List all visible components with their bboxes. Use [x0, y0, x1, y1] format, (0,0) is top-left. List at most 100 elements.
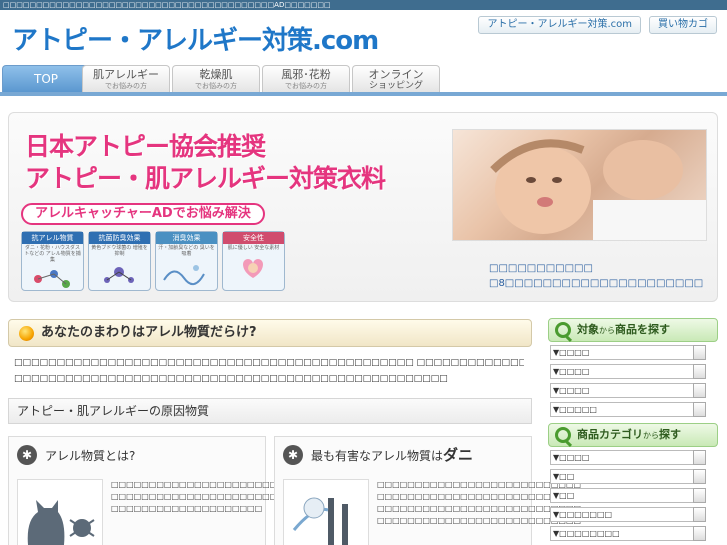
molecule-icon	[34, 270, 70, 288]
sidebar-header-by-target: 対象から商品を探す	[548, 318, 718, 342]
card-text-line: □□□□□□□□□□□□□□□□□□□□	[111, 504, 263, 513]
tab-label: オンライン	[368, 68, 424, 81]
hero-caption-line1[interactable]: □□□□□□□□□□□	[489, 263, 593, 274]
target-select-4[interactable]: ▼□□□□□	[550, 402, 706, 417]
magnifier-icon	[555, 322, 571, 338]
card-title: アレル物質とは?	[45, 443, 135, 468]
sidebar-title-end: 商品を探す	[615, 323, 670, 336]
sidebar-header-by-category: 商品カテゴリから探す	[548, 423, 718, 447]
tab-sublabel: でお悩みの方	[195, 82, 237, 90]
section-paragraph-line1: □□□□□□□□□□□□□□□□□□□□□□□□□□□□□□□□□□□□□□□□…	[14, 358, 524, 368]
site-logo[interactable]: アトピー・アレルギー対策.com	[12, 20, 379, 56]
tab-dry-skin[interactable]: 乾燥肌 でお悩みの方	[172, 65, 260, 93]
feature-box-deodorant: 消臭効果 汗・加齢臭などの 臭いを吸着	[155, 231, 218, 291]
tab-label: 乾燥肌	[199, 68, 233, 81]
dropdown-arrow-icon[interactable]	[693, 364, 706, 379]
sidebar-title-main: 対象	[577, 323, 599, 336]
tab-sublabel: でお悩みの方	[285, 82, 327, 90]
section-paragraph-line2: □□□□□□□□□□□□□□□□□□□□□□□□□□□□□□□□□□□□□□□□…	[14, 374, 448, 384]
feature-box-safety: 安全性 肌に優しい 安全な素材	[222, 231, 285, 291]
sidebar-title: 商品カテゴリから探す	[577, 424, 681, 447]
card-header: ✱ 最も有害なアレル物質はダニ	[281, 443, 525, 467]
tab-top[interactable]: TOP	[2, 65, 90, 93]
odor-icon	[163, 265, 205, 285]
dropdown-arrow-icon[interactable]	[693, 488, 706, 503]
mite-on-fabric-illustration	[283, 479, 369, 545]
hero-banner[interactable]: 日本アトピー協会推奨 アトピー・肌アレルギー対策衣料 アレルキャッチャーADでお…	[8, 112, 718, 302]
category-select-4[interactable]: ▼□□□□□□□	[550, 507, 706, 522]
feature-title: 抗菌防臭効果	[89, 232, 150, 244]
bacteria-icon	[104, 267, 134, 283]
target-select-2[interactable]: ▼□□□□	[550, 364, 706, 379]
category-select-2[interactable]: ▼□□	[550, 469, 706, 484]
card-text-line: □□□□□□□□□□□□□□□□□□□□□□□□□□□	[377, 492, 582, 501]
section-header-allergens: あなたのまわりはアレル物質だらけ?	[8, 319, 532, 347]
hero-tagline: アレルキャッチャーADでお悩み解決	[21, 203, 265, 225]
tab-skin-allergy[interactable]: 肌アレルギー でお悩みの方	[82, 65, 170, 93]
feature-title: 安全性	[223, 232, 284, 244]
select-value: ▼□□□□	[553, 386, 590, 395]
card-body: □□□□□□□□□□□□□□□□□□□□□□□□□□□ □□□□□□□□□□□□…	[377, 479, 582, 527]
hero-photo-mother-baby	[452, 129, 707, 241]
top-banner-text: □□□□□□□□□□□□□□□□□□□□□□□□□□□□□□□□□□□□□□□□…	[0, 0, 727, 10]
sidebar-title-small: から	[643, 431, 659, 440]
card-text-line: □□□□□□□□□□□□□□□□□□□□□□□□□□□	[377, 504, 582, 513]
dropdown-arrow-icon[interactable]	[693, 383, 706, 398]
card-what-are-allergens[interactable]: ✱ アレル物質とは? □□□□□□□□□□□□□□□□□□□□□□□□□□ □□…	[8, 436, 308, 545]
select-value: ▼□□□□□	[553, 405, 597, 414]
select-value: ▼□□□□□□□□	[553, 529, 620, 538]
card-mites-most-harmful[interactable]: ✱ 最も有害なアレル物質はダニ □□□□□□□□□□□□□□□□□□□□□□□□…	[274, 436, 582, 545]
tab-label: 風邪･花粉	[281, 68, 331, 81]
card-body: □□□□□□□□□□□□□□□□□□□□□□□□□□ □□□□□□□□□□□□□…	[111, 479, 308, 515]
cart-link[interactable]: 買い物カゴ	[649, 16, 717, 34]
nav-divider	[0, 92, 727, 96]
feature-box-anti-allergen: 抗アレル物質 ダニ・花粉・ハウスダストなどの アレル物質を捕集	[21, 231, 84, 291]
card-title-main: 最も有害なアレル物質は	[311, 449, 444, 463]
target-select-1[interactable]: ▼□□□□	[550, 345, 706, 360]
card-text-line: □□□□□□□□□□□□□□□□□□□□□□□□□□□	[377, 480, 582, 489]
category-select-3[interactable]: ▼□□	[550, 488, 706, 503]
cat-mite-illustration	[17, 479, 103, 545]
tab-label: 肌アレルギー	[93, 68, 159, 81]
select-value: ▼□□□□	[553, 348, 590, 357]
magnifier-icon	[555, 427, 571, 443]
mite-icon: ✱	[283, 445, 303, 465]
card-header: ✱ アレル物質とは?	[15, 443, 259, 467]
card-text-line: □□□□□□□□□□□□□□□□□□□□□□□□□□□	[377, 516, 582, 525]
baby-heart-icon	[243, 259, 263, 278]
dropdown-arrow-icon[interactable]	[693, 526, 706, 541]
card-title-end: とは?	[105, 449, 136, 463]
hero-title-line1: 日本アトピー協会推奨	[25, 132, 266, 161]
sidebar-title-end: 探す	[659, 428, 681, 441]
cat-silhouette-icon	[27, 500, 95, 545]
card-title-emphasis: ダニ	[443, 446, 474, 464]
magnified-mite-icon	[292, 497, 348, 545]
photo-illustration	[490, 139, 706, 240]
card-text-line: □□□□□□□□□□□□□□□□□□□□□□□□□□	[111, 492, 308, 501]
card-title: 最も有害なアレル物質はダニ	[311, 443, 473, 468]
target-select-3[interactable]: ▼□□□□	[550, 383, 706, 398]
tab-cold-pollen[interactable]: 風邪･花粉 でお悩みの方	[262, 65, 350, 93]
dropdown-arrow-icon[interactable]	[693, 345, 706, 360]
sidebar-title: 対象から商品を探す	[577, 319, 670, 342]
dropdown-arrow-icon[interactable]	[693, 450, 706, 465]
hero-title-line2: アトピー・肌アレルギー対策衣料	[25, 164, 386, 193]
select-value: ▼□□□□	[553, 453, 590, 462]
dropdown-arrow-icon[interactable]	[693, 469, 706, 484]
section-title: あなたのまわりはアレル物質だらけ?	[41, 325, 257, 340]
dropdown-arrow-icon[interactable]	[693, 507, 706, 522]
tab-label: TOP	[33, 72, 58, 86]
card-title-main: アレル物質	[45, 449, 106, 463]
hero-caption-line2[interactable]: □8□□□□□□□□□□□□□□□□□□□□□	[489, 278, 703, 289]
card-text-line: □□□□□□□□□□□□□□□□□□□□□□□□□□	[111, 480, 308, 489]
tab-sublabel: でお悩みの方	[105, 82, 147, 90]
category-select-5[interactable]: ▼□□□□□□□□	[550, 526, 706, 541]
feature-desc: 肌に優しい 安全な素材	[227, 245, 280, 251]
feature-title: 抗アレル物質	[22, 232, 83, 244]
tab-online-shopping[interactable]: オンライン ショッピング	[352, 65, 440, 93]
category-select-1[interactable]: ▼□□□□	[550, 450, 706, 465]
dropdown-arrow-icon[interactable]	[693, 402, 706, 417]
tab-sublabel: ショッピング	[368, 81, 423, 91]
feature-desc: ダニ・花粉・ハウスダストなどの アレル物質を捕集	[24, 245, 81, 263]
site-home-link[interactable]: アトピー・アレルギー対策.com	[478, 16, 641, 34]
